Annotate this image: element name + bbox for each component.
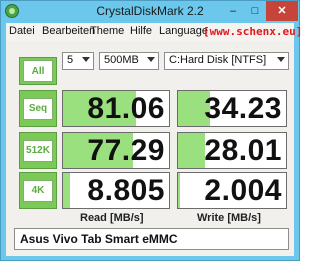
512k-write-result: 28.01 (177, 132, 287, 169)
4k-read-result: 8.805 (62, 172, 170, 209)
drive-select[interactable]: C:Hard Disk [NTFS] (164, 52, 289, 70)
watermark-text: [www.schenx.eu] (203, 25, 303, 38)
drive-value: C:Hard Disk [NTFS] (169, 54, 267, 66)
seq-button[interactable]: Seq (19, 90, 57, 127)
comment-field[interactable]: Asus Vivo Tab Smart eMMC (14, 228, 289, 250)
512k-write-bar (178, 133, 205, 168)
all-button-label: All (31, 65, 45, 77)
512k-read-result: 77.29 (62, 132, 170, 169)
menu-language[interactable]: Language (159, 25, 208, 37)
4k-button[interactable]: 4K (19, 172, 57, 209)
4k-write-value: 2.004 (204, 174, 282, 207)
test-size-value: 500MB (104, 54, 139, 66)
4k-read-value: 8.805 (87, 174, 165, 207)
menu-datei[interactable]: Datei (9, 25, 35, 37)
512k-read-value: 77.29 (87, 134, 165, 167)
test-count-select[interactable]: 5 (62, 52, 94, 70)
chevron-down-icon (277, 57, 285, 62)
write-column-label: Write [MB/s] (197, 212, 261, 224)
menu-bar: Datei Bearbeiten Theme Hilfe Language [w… (6, 23, 302, 41)
chevron-down-icon (147, 57, 155, 62)
client-area: Datei Bearbeiten Theme Hilfe Language [w… (6, 23, 302, 256)
menu-hilfe[interactable]: Hilfe (130, 25, 152, 37)
close-button[interactable]: ✕ (266, 1, 298, 21)
read-column-label: Read [MB/s] (80, 212, 144, 224)
chevron-down-icon (82, 57, 90, 62)
4k-write-result: 2.004 (177, 172, 287, 209)
maximize-button[interactable]: □ (244, 1, 266, 21)
title-bar[interactable]: CrystalDiskMark 2.2 – □ ✕ (1, 1, 299, 23)
menu-theme[interactable]: Theme (90, 25, 124, 37)
seq-read-value: 81.06 (87, 92, 165, 125)
app-window: CrystalDiskMark 2.2 – □ ✕ Datei Bearbeit… (0, 0, 302, 261)
seq-button-label: Seq (28, 103, 48, 114)
4k-button-label: 4K (31, 185, 45, 196)
test-count-value: 5 (67, 54, 74, 66)
512k-button-label: 512K (26, 145, 50, 156)
seq-write-value: 34.23 (204, 92, 282, 125)
seq-write-result: 34.23 (177, 90, 287, 127)
minimize-button[interactable]: – (222, 1, 244, 21)
menu-bearbeiten[interactable]: Bearbeiten (42, 25, 95, 37)
seq-read-result: 81.06 (62, 90, 170, 127)
512k-button[interactable]: 512K (19, 132, 57, 169)
test-size-select[interactable]: 500MB (99, 52, 159, 70)
4k-write-bar (178, 173, 181, 208)
all-button[interactable]: All (19, 57, 57, 85)
512k-write-value: 28.01 (204, 134, 282, 167)
4k-read-bar (63, 173, 71, 208)
